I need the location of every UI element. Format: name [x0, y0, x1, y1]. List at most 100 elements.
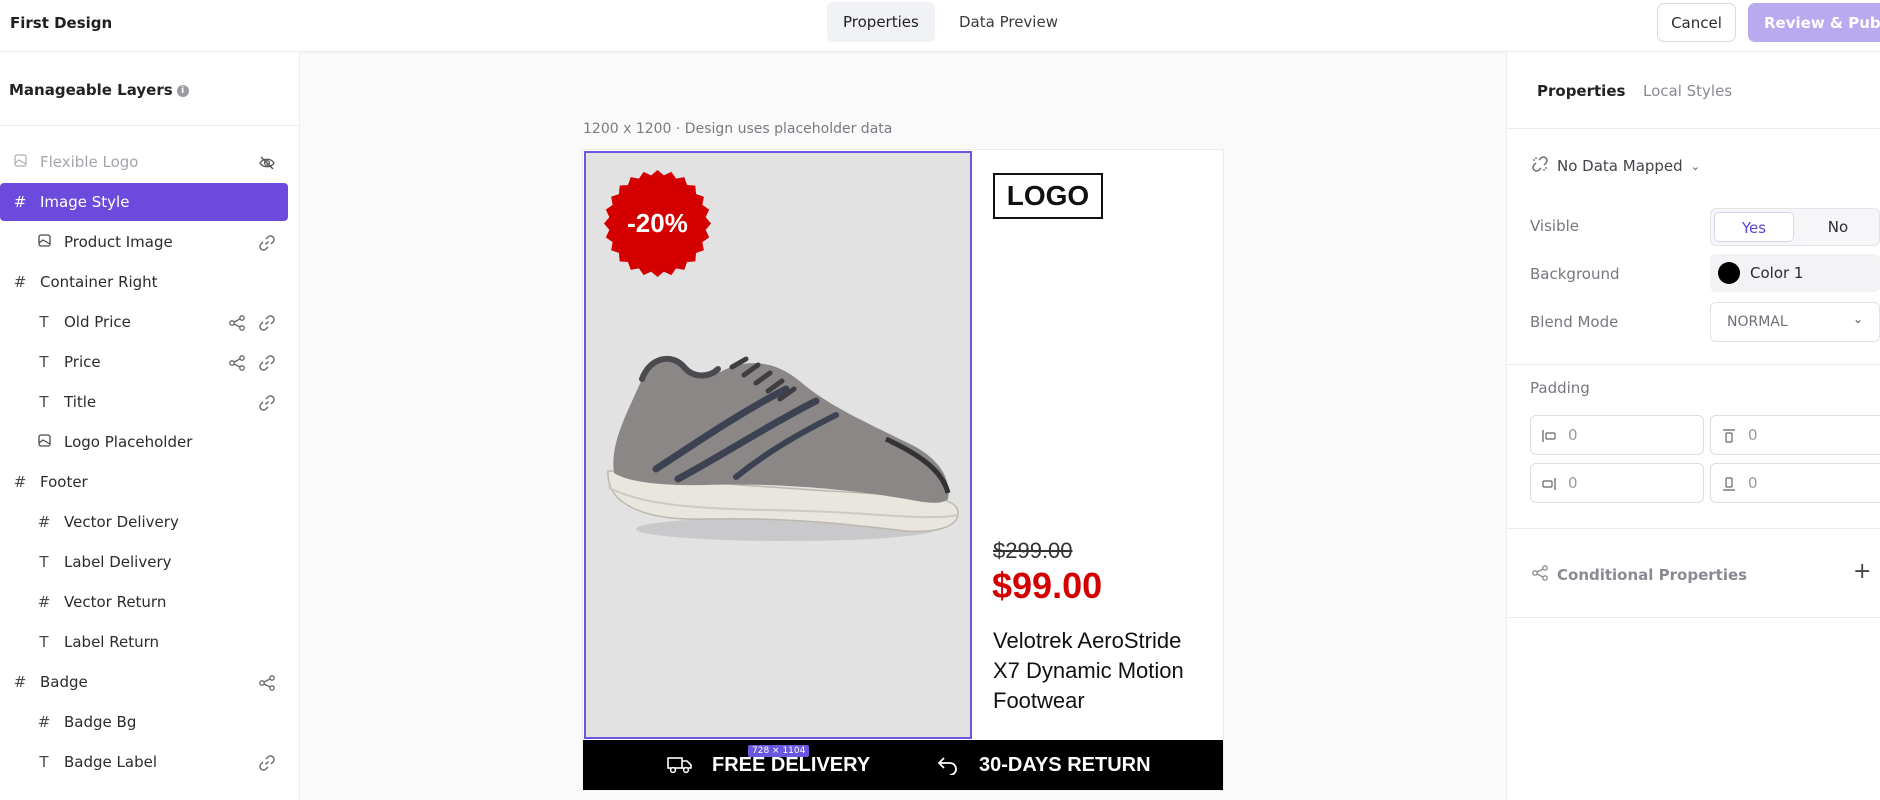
hash-icon: # — [37, 513, 51, 531]
layer-label: Image Style — [40, 193, 130, 211]
top-bar: First Design Properties Data Preview Can… — [0, 0, 1880, 52]
layer-footer[interactable]: # Footer — [0, 463, 288, 501]
add-condition-icon[interactable]: + — [1853, 559, 1871, 585]
share-nodes-icon[interactable] — [258, 674, 276, 692]
image-icon — [12, 153, 28, 171]
layer-logo-placeholder[interactable]: Logo Placeholder — [0, 423, 288, 461]
text-icon: T — [39, 753, 49, 771]
visible-label: Visible — [1530, 217, 1579, 235]
blend-mode-select[interactable]: NORMAL ⌄ — [1710, 302, 1880, 342]
truck-icon — [667, 755, 693, 779]
tab-local-styles[interactable]: Local Styles — [1643, 82, 1732, 100]
return-label: 30-DAYS RETURN — [979, 754, 1151, 776]
padding-right-icon — [1541, 476, 1557, 492]
padding-right-value: 0 — [1568, 474, 1578, 492]
layer-label: Badge — [40, 673, 88, 691]
link-icon[interactable] — [258, 234, 276, 252]
link-icon[interactable] — [258, 314, 276, 332]
unlink-icon — [1531, 155, 1549, 177]
background-label: Background — [1530, 265, 1620, 283]
layer-vector-return[interactable]: # Vector Return — [0, 583, 288, 621]
padding-top-input[interactable]: 0 — [1710, 415, 1880, 455]
conditional-properties-section[interactable]: Conditional Properties — [1531, 564, 1747, 586]
section-divider — [1506, 617, 1880, 618]
section-divider — [1506, 528, 1880, 529]
share-nodes-icon[interactable] — [228, 354, 246, 372]
padding-bottom-icon — [1721, 476, 1737, 492]
eye-off-icon[interactable] — [258, 154, 276, 172]
cancel-button[interactable]: Cancel — [1657, 3, 1736, 42]
image-icon — [36, 433, 52, 451]
color-swatch — [1718, 262, 1740, 284]
link-icon[interactable] — [258, 754, 276, 772]
layer-label: Price — [64, 353, 101, 371]
background-color-value: Color 1 — [1750, 264, 1804, 282]
layer-label: Title — [64, 393, 97, 411]
padding-bottom-input[interactable]: 0 — [1710, 463, 1880, 503]
padding-left-icon — [1541, 428, 1557, 444]
product-title[interactable]: Velotrek AeroStride X7 Dynamic Motion Fo… — [993, 626, 1203, 716]
layer-label: Badge Label — [64, 753, 157, 771]
padding-bottom-value: 0 — [1748, 474, 1758, 492]
padding-left-input[interactable]: 0 — [1530, 415, 1704, 455]
background-color-field[interactable]: Color 1 — [1710, 254, 1880, 292]
layer-badge-label[interactable]: T Badge Label — [0, 743, 288, 781]
layer-label: Product Image — [64, 233, 173, 251]
layer-label-return[interactable]: T Label Return — [0, 623, 288, 661]
properties-tabs: Properties Local Styles — [1507, 52, 1880, 129]
layer-vector-delivery[interactable]: # Vector Delivery — [0, 503, 288, 541]
visible-toggle: Yes No — [1710, 208, 1880, 246]
padding-right-input[interactable]: 0 — [1530, 463, 1704, 503]
hash-icon: # — [13, 193, 27, 211]
layer-price[interactable]: T Price — [0, 343, 288, 381]
data-mapping-dropdown[interactable]: No Data Mapped ⌄ — [1531, 155, 1700, 177]
tab-properties[interactable]: Properties — [827, 2, 935, 42]
layer-badge[interactable]: # Badge — [0, 663, 288, 701]
badge-label: -20% — [627, 208, 688, 238]
old-price[interactable]: $299.00 — [993, 538, 1073, 564]
design-title: First Design — [10, 14, 113, 32]
visible-no-option[interactable]: No — [1798, 212, 1878, 242]
price[interactable]: $99.00 — [992, 565, 1102, 607]
layer-image-style[interactable]: # Image Style — [0, 183, 288, 221]
tab-data-preview[interactable]: Data Preview — [943, 2, 1074, 42]
hash-icon: # — [37, 593, 51, 611]
padding-top-icon — [1721, 428, 1737, 444]
tab-properties-panel[interactable]: Properties — [1537, 82, 1625, 100]
text-icon: T — [39, 633, 49, 651]
text-icon: T — [39, 313, 49, 331]
canvas-info: 1200 x 1200 · Design uses placeholder da… — [583, 121, 893, 137]
design-footer[interactable]: FREE DELIVERY 30-DAYS RETURN — [583, 740, 1223, 790]
review-publish-button[interactable]: Review & Publish — [1748, 3, 1880, 42]
layer-label: Flexible Logo — [40, 153, 139, 171]
info-icon[interactable]: i — [176, 84, 189, 97]
layer-label-delivery[interactable]: T Label Delivery — [0, 543, 288, 581]
conditional-properties-label: Conditional Properties — [1557, 566, 1748, 584]
padding-top-value: 0 — [1748, 426, 1758, 444]
layer-label: Vector Return — [64, 593, 167, 611]
link-icon[interactable] — [258, 354, 276, 372]
layer-label: Badge Bg — [64, 713, 137, 731]
blend-mode-label: Blend Mode — [1530, 313, 1619, 331]
layer-badge-bg[interactable]: # Badge Bg — [0, 703, 288, 741]
layer-label: Container Right — [40, 273, 158, 291]
layer-title[interactable]: T Title — [0, 383, 288, 421]
layer-old-price[interactable]: T Old Price — [0, 303, 288, 341]
text-icon: T — [39, 553, 49, 571]
hash-icon: # — [13, 273, 27, 291]
layer-flexible-logo[interactable]: Flexible Logo — [0, 143, 288, 181]
logo-placeholder[interactable]: LOGO — [993, 173, 1103, 219]
data-mapping-label: No Data Mapped — [1557, 157, 1683, 175]
padding-label: Padding — [1530, 379, 1590, 397]
layer-label: Label Delivery — [64, 553, 172, 571]
share-nodes-icon — [1531, 564, 1549, 586]
blend-mode-value: NORMAL — [1727, 314, 1788, 330]
layer-label: Logo Placeholder — [64, 433, 193, 451]
chevron-down-icon: ⌄ — [1852, 312, 1863, 326]
link-icon[interactable] — [258, 394, 276, 412]
share-nodes-icon[interactable] — [228, 314, 246, 332]
visible-yes-option[interactable]: Yes — [1714, 212, 1794, 242]
layer-product-image[interactable]: Product Image — [0, 223, 288, 261]
layer-container-right[interactable]: # Container Right — [0, 263, 288, 301]
padding-left-value: 0 — [1568, 426, 1578, 444]
